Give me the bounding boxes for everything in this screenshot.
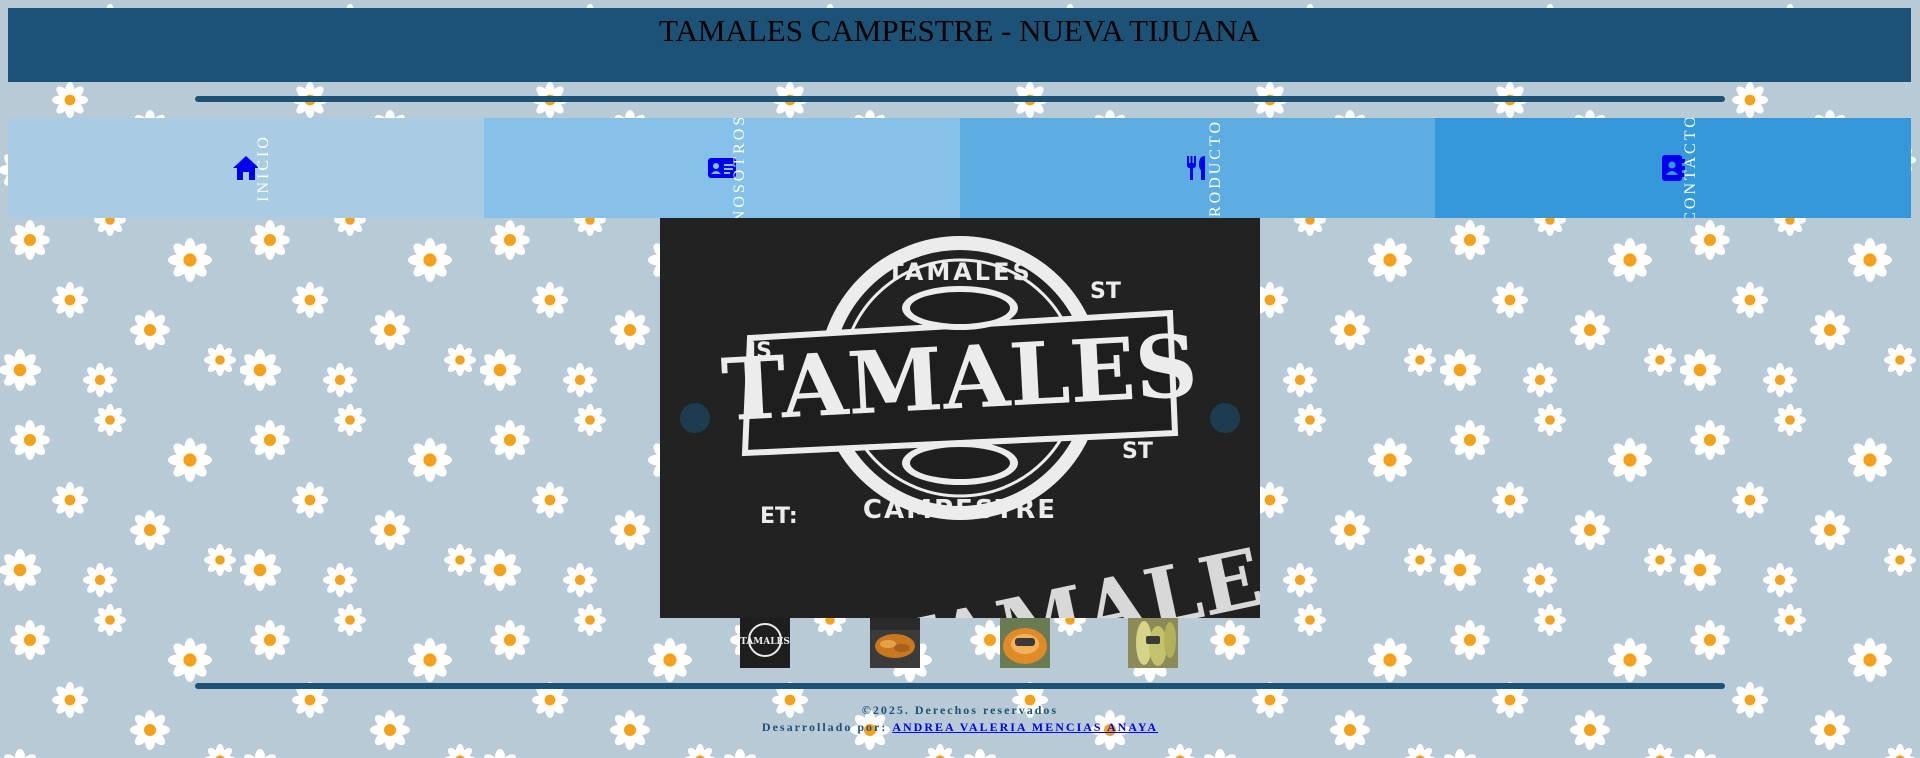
image-carousel: TAMALES TAMALES CAMPESTRE JS ST ST ET: T…	[660, 218, 1260, 618]
carousel-next-button[interactable]	[1210, 403, 1240, 433]
page-title: TAMALES CAMPESTRE - NUEVA TIJUANA	[659, 13, 1260, 48]
developed-by-label: Desarrollado por:	[761, 720, 888, 734]
nav-item-inicio[interactable]: INICIO	[8, 118, 484, 218]
thumb-logo-text: TAMALES	[740, 637, 790, 647]
nav-item-contacto[interactable]: CONTACTO	[1435, 118, 1911, 218]
slide-text-right-bottom: ST	[1122, 439, 1153, 464]
slide-text-top: TAMALES	[887, 258, 1033, 286]
chevron-left-icon	[690, 412, 698, 424]
chevron-right-icon	[1222, 412, 1230, 424]
thumb-tamales-bowl[interactable]	[1000, 618, 1050, 668]
carousel-thumbnails: TAMALES	[0, 618, 1920, 668]
thumb-corn-husks[interactable]	[1128, 618, 1178, 668]
site-footer: ©2025. Derechos reservados Desarrollado …	[0, 702, 1920, 736]
slide-text-est: ET:	[760, 504, 798, 529]
main-nav: INICIO NOSOTROS PRODUCTOS CONTACTO	[8, 118, 1911, 218]
nav-label-inicio: INICIO	[255, 134, 272, 202]
nav-label-productos: PRODUCTOS	[1206, 118, 1224, 218]
bottom-divider	[195, 683, 1725, 689]
carousel-prev-button[interactable]	[680, 403, 710, 433]
slide-text-left: JS	[746, 339, 772, 364]
copyright-text: ©2025. Derechos reservados	[861, 703, 1059, 717]
nav-item-nosotros[interactable]: NOSOTROS	[483, 118, 960, 218]
nav-item-productos[interactable]: PRODUCTOS	[959, 118, 1436, 218]
carousel-slide-logo: TAMALES TAMALES CAMPESTRE JS ST ST ET: T…	[660, 218, 1260, 618]
nav-label-nosotros: NOSOTROS	[730, 118, 748, 218]
top-divider	[195, 96, 1725, 102]
site-header: TAMALES CAMPESTRE - NUEVA TIJUANA	[8, 8, 1911, 82]
thumb-tamales-plate[interactable]	[870, 618, 920, 668]
slide-text-bottom: CAMPESTRE	[863, 495, 1057, 525]
author-link[interactable]: ANDREA VALERIA MENCIAS ANAYA	[892, 720, 1158, 734]
developer-line: Desarrollado por: ANDREA VALERIA MENCIAS…	[0, 719, 1920, 736]
nav-label-contacto: CONTACTO	[1682, 118, 1700, 218]
slide-text-right-top: ST	[1090, 279, 1121, 304]
thumb-logo[interactable]: TAMALES	[740, 618, 790, 668]
